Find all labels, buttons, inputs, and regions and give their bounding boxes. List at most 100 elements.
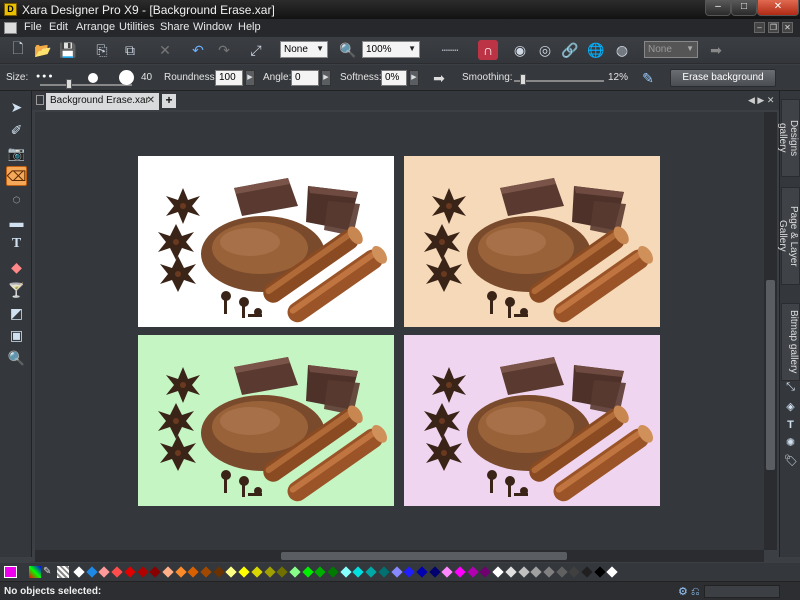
- document-tab[interactable]: Background Erase.xar ✕: [46, 93, 159, 110]
- color-swatch[interactable]: [517, 566, 530, 578]
- color-swatch[interactable]: [352, 566, 365, 578]
- color-gallery-icon[interactable]: ✺: [784, 437, 797, 450]
- photo-pink-bg[interactable]: [404, 335, 660, 506]
- minimize-window-button[interactable]: –: [705, 0, 731, 16]
- horizontal-scrollbar[interactable]: [35, 550, 764, 562]
- color-swatch[interactable]: [568, 566, 580, 578]
- color-swatch[interactable]: [340, 566, 352, 578]
- link-icon[interactable]: 🔗: [560, 40, 580, 60]
- color-swatch[interactable]: [327, 566, 339, 578]
- menu-help[interactable]: Help: [238, 21, 261, 33]
- color-swatch[interactable]: [162, 566, 174, 578]
- color-swatch[interactable]: [555, 566, 568, 578]
- transparency-tool-icon[interactable]: 🍸: [6, 280, 27, 300]
- menu-utilities[interactable]: Utilities: [119, 21, 154, 33]
- page-select[interactable]: None ▼: [644, 41, 698, 58]
- softness-spin-button[interactable]: ▶: [409, 70, 419, 86]
- zoom-slider-icon[interactable]: ┈┈: [434, 40, 466, 60]
- add-tab-button[interactable]: +: [162, 94, 176, 108]
- publish-icon[interactable]: ◍: [612, 40, 632, 60]
- color-swatch[interactable]: [403, 566, 415, 578]
- menu-arrange[interactable]: Arrange: [76, 21, 115, 33]
- color-swatch[interactable]: [301, 566, 314, 578]
- freehand-tool-icon[interactable]: ✐: [6, 120, 27, 140]
- color-swatch[interactable]: [606, 566, 619, 578]
- vertical-scroll-thumb[interactable]: [766, 280, 775, 470]
- color-swatch[interactable]: [251, 566, 263, 578]
- color-swatch[interactable]: [200, 566, 212, 578]
- horizontal-scroll-thumb[interactable]: [281, 552, 567, 560]
- drawing-canvas[interactable]: [35, 112, 764, 550]
- close-tab-icon[interactable]: ✕: [147, 95, 155, 106]
- preview-browser-icon[interactable]: ◎: [535, 40, 555, 60]
- color-swatch[interactable]: [225, 566, 238, 578]
- eraser-options-icon[interactable]: ✎: [638, 68, 658, 88]
- open-folder-icon[interactable]: 📂: [33, 40, 53, 60]
- selector-tool-icon[interactable]: ➤: [6, 97, 27, 117]
- menu-window[interactable]: Window: [193, 21, 232, 33]
- size-slider-track[interactable]: [40, 84, 132, 86]
- photo-green-bg[interactable]: [138, 335, 394, 506]
- softness-field[interactable]: 0%: [381, 70, 407, 86]
- color-swatch[interactable]: [136, 566, 149, 578]
- new-document-icon[interactable]: 🗋: [8, 40, 28, 60]
- page-layer-gallery-tab[interactable]: Page & Layer Gallery: [777, 187, 800, 285]
- color-swatch[interactable]: [314, 566, 326, 578]
- erase-background-button[interactable]: Erase background: [670, 69, 776, 87]
- color-swatch[interactable]: [378, 566, 390, 578]
- color-swatch[interactable]: [454, 566, 466, 578]
- color-swatch[interactable]: [213, 566, 225, 578]
- apply-arrow-icon[interactable]: ➡: [429, 68, 449, 88]
- doc-restore-button[interactable]: ❐: [768, 22, 779, 33]
- font-gallery-icon[interactable]: T: [784, 419, 797, 432]
- preview-icon[interactable]: ◉: [510, 40, 530, 60]
- roundness-spin-button[interactable]: ▶: [245, 70, 255, 86]
- color-swatch[interactable]: [111, 566, 123, 578]
- color-swatch[interactable]: [543, 566, 555, 578]
- zoom-tool-icon[interactable]: 🔍: [6, 348, 27, 368]
- import-icon[interactable]: ⎘: [92, 40, 112, 60]
- menu-file[interactable]: File: [24, 21, 42, 33]
- rectangle-tool-icon[interactable]: ▬: [6, 212, 27, 232]
- no-color-icon[interactable]: [4, 566, 17, 578]
- size-slider-thumb[interactable]: [66, 79, 72, 89]
- color-swatch[interactable]: [594, 566, 606, 578]
- color-swatch[interactable]: [441, 566, 453, 578]
- color-swatch[interactable]: [428, 566, 441, 578]
- quality-select[interactable]: None ▼: [280, 41, 328, 58]
- pattern-swatch-icon[interactable]: [57, 566, 69, 578]
- bitmap-gallery-tab[interactable]: Bitmap gallery: [781, 303, 800, 381]
- fill-tool-icon[interactable]: ◆: [6, 257, 27, 277]
- smoothing-slider-thumb[interactable]: [520, 74, 526, 85]
- color-swatch[interactable]: [149, 566, 161, 578]
- copy-icon[interactable]: ⧉: [120, 40, 140, 60]
- contour-tool-icon[interactable]: ◌: [6, 189, 27, 209]
- photo-tool-icon[interactable]: 📷: [6, 143, 27, 163]
- arrow-right-icon[interactable]: ➡: [706, 40, 726, 60]
- zoom-select[interactable]: 100% ▼: [362, 41, 420, 58]
- doc-close-button[interactable]: ✕: [782, 22, 793, 33]
- designs-gallery-tab[interactable]: Designs gallery: [777, 99, 800, 177]
- color-swatch[interactable]: [73, 566, 85, 578]
- save-icon[interactable]: 💾: [58, 40, 78, 60]
- color-swatch[interactable]: [289, 566, 301, 578]
- shadow-tool-icon[interactable]: ◩: [6, 303, 27, 323]
- color-swatch[interactable]: [492, 566, 504, 578]
- color-swatch[interactable]: [98, 566, 111, 578]
- vertical-scrollbar[interactable]: [764, 112, 777, 550]
- maximize-window-button[interactable]: □: [731, 0, 757, 16]
- angle-field[interactable]: 0: [291, 70, 319, 86]
- angle-spin-button[interactable]: ▶: [321, 70, 331, 86]
- color-swatch[interactable]: [124, 566, 136, 578]
- fill-gallery-icon[interactable]: ◈: [784, 401, 797, 414]
- color-swatch[interactable]: [530, 566, 542, 578]
- color-swatch[interactable]: [238, 566, 250, 578]
- bevel-tool-icon[interactable]: ▣: [6, 325, 27, 345]
- menu-edit[interactable]: Edit: [49, 21, 68, 33]
- photo-white-bg[interactable]: [138, 156, 394, 327]
- color-swatch[interactable]: [276, 566, 288, 578]
- tab-nav-icon[interactable]: ◀ ▶ ✕: [748, 95, 774, 106]
- snap-magnet-icon[interactable]: ∩: [478, 40, 498, 60]
- color-swatch[interactable]: [365, 566, 377, 578]
- globe-icon[interactable]: 🌐: [586, 40, 606, 60]
